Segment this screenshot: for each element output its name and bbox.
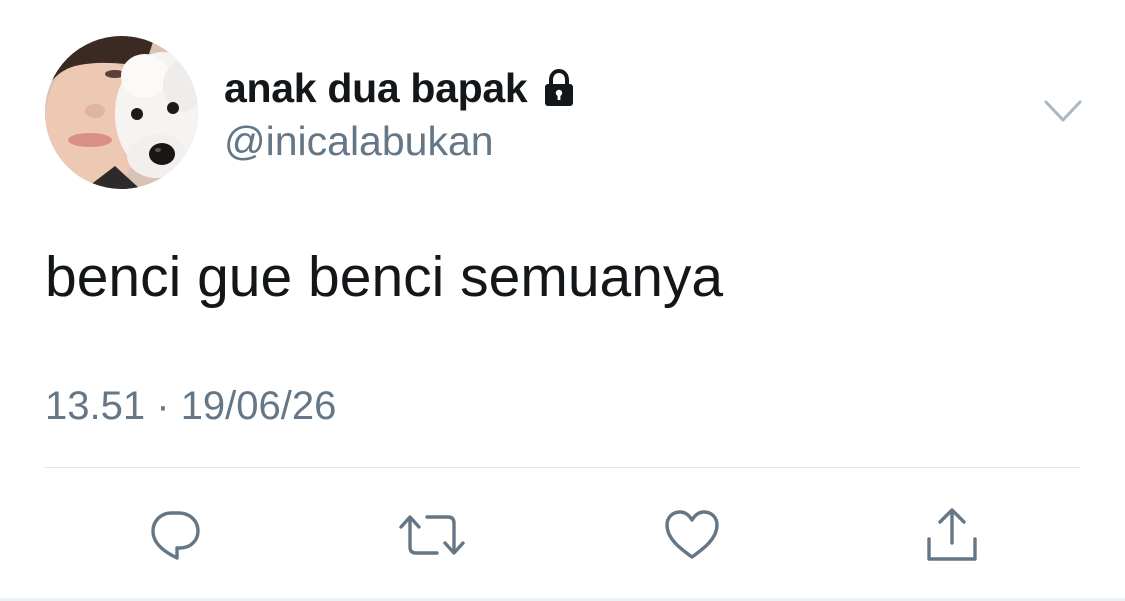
tweet-time: 13.51 [45,384,146,428]
lock-icon [539,68,579,108]
avatar-photo [45,36,198,189]
retweet-icon [397,507,467,563]
heart-icon [663,507,721,563]
action-bar [0,500,1125,570]
tweet-date: 19/06/26 [180,384,337,428]
chevron-down-icon[interactable] [1043,96,1083,128]
reply-button[interactable] [140,500,210,570]
share-button[interactable] [917,500,987,570]
user-handle[interactable]: @inicalabukan [224,118,494,165]
timestamp-separator: · [156,384,170,428]
divider [45,467,1080,468]
reply-icon [147,507,203,563]
avatar[interactable] [45,36,198,189]
display-name[interactable]: anak dua bapak [224,65,528,112]
tweet-text: benci gue benci semuanya [45,245,724,309]
like-button[interactable] [657,500,727,570]
share-icon [923,505,981,565]
tweet-timestamp[interactable]: 13.51 · 19/06/26 [45,384,336,429]
tweet-card: anak dua bapak @inicalabukan benci gue b… [0,0,1125,601]
name-row: anak dua bapak [224,64,579,112]
retweet-button[interactable] [397,500,467,570]
